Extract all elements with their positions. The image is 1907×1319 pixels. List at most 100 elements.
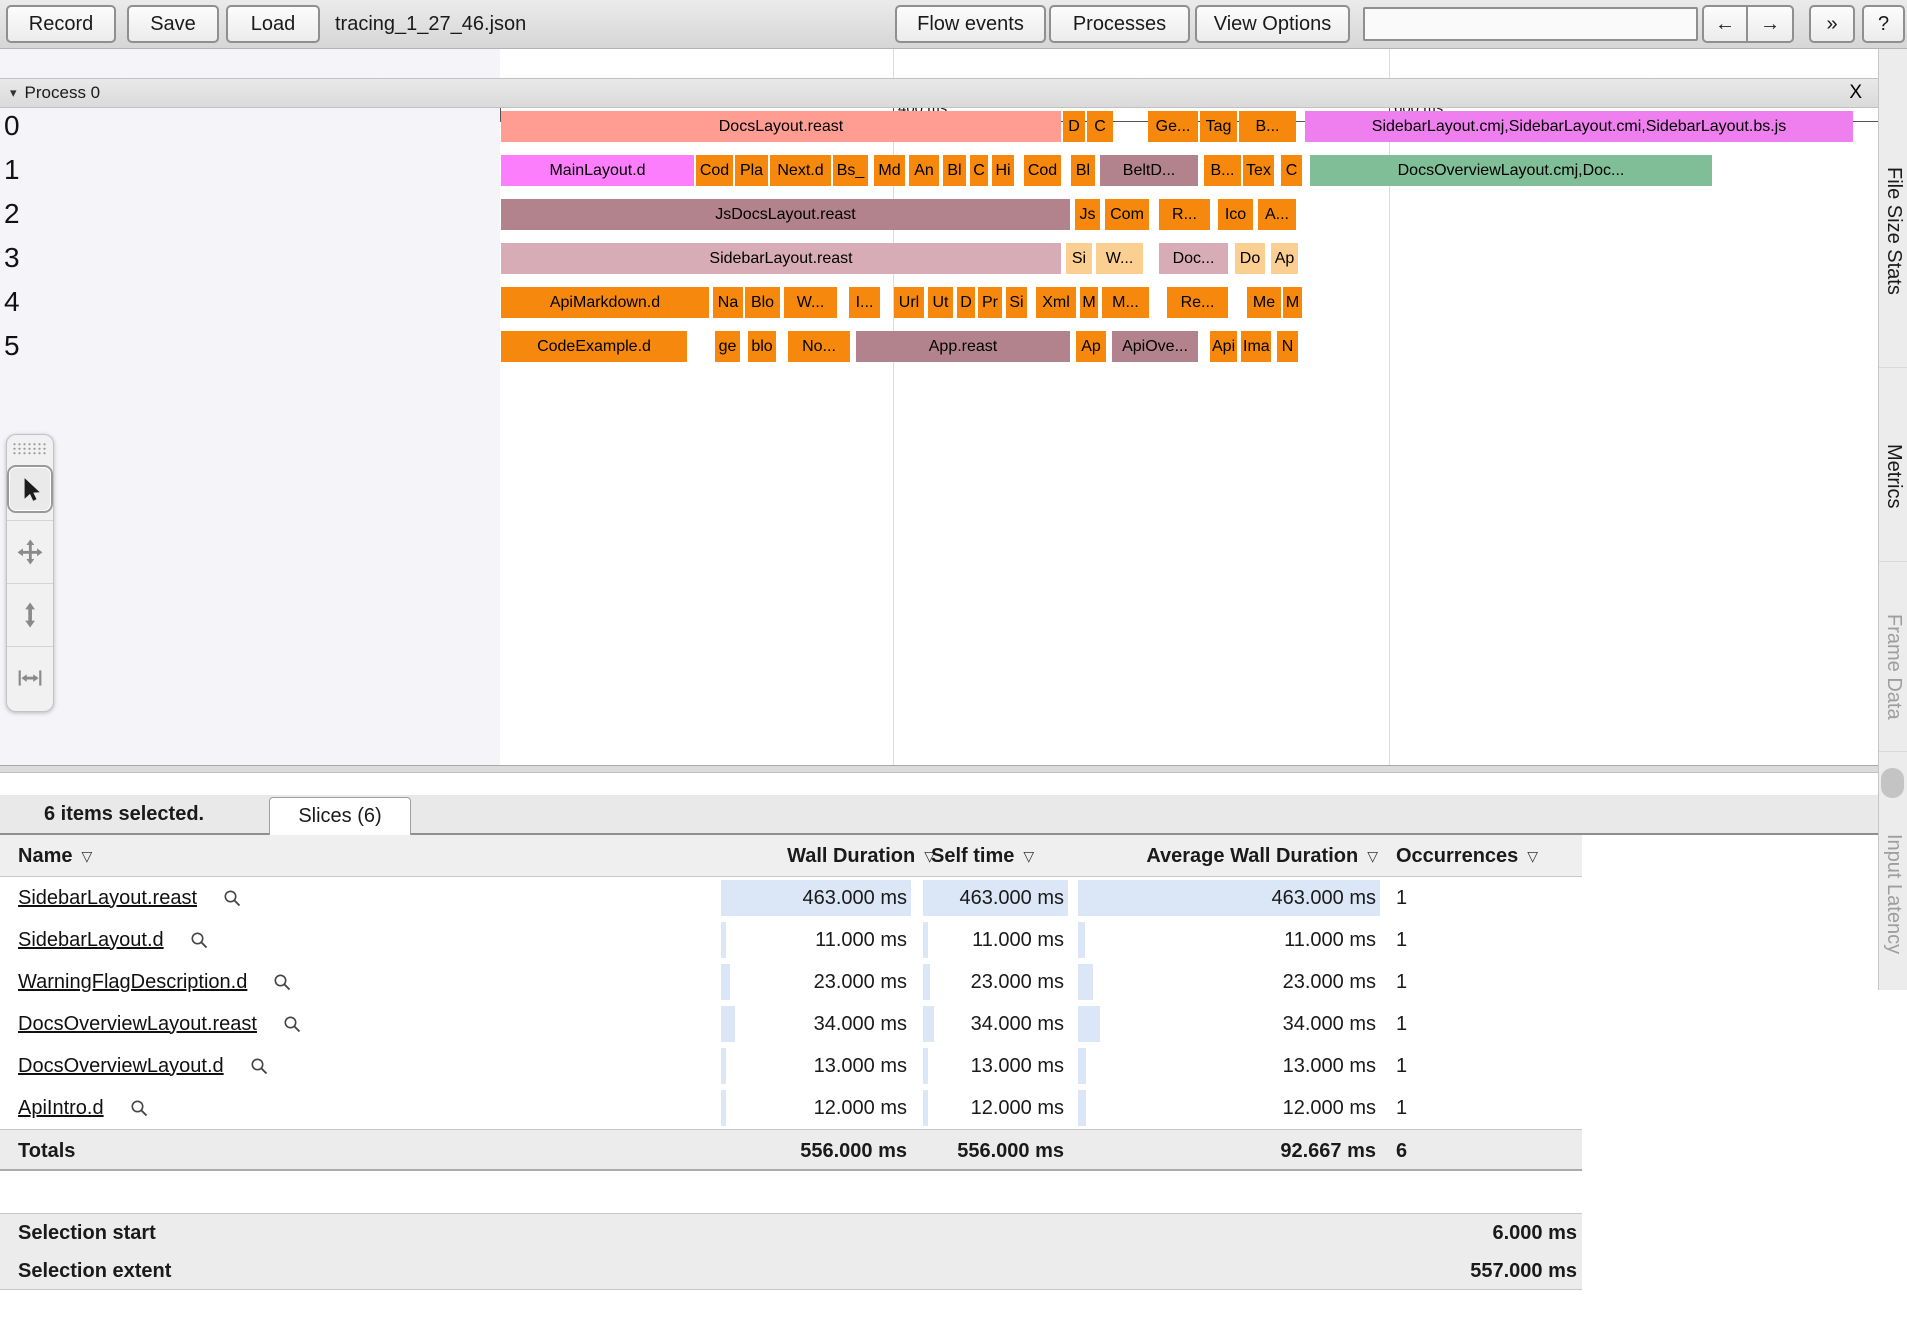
slice-name-link[interactable]: ApiIntro.d [18,1097,104,1120]
trace-slice[interactable]: blo [748,331,776,362]
trace-slice[interactable]: Tex [1243,155,1274,186]
column-header-occurrences[interactable]: Occurrences ▽ [1396,835,1538,877]
trace-slice[interactable]: Blo [745,287,780,318]
trace-slice[interactable]: ge [715,331,740,362]
trace-slice[interactable]: C [1281,155,1302,186]
magnifier-icon[interactable] [130,1099,149,1118]
trace-slice[interactable]: Bl [1071,155,1095,186]
trace-slice[interactable]: A... [1258,199,1296,230]
table-row[interactable]: DocsOverviewLayout.d13.000 ms13.000 ms13… [0,1045,1582,1087]
search-input[interactable] [1363,7,1698,41]
magnifier-icon[interactable] [190,931,209,950]
trace-slice[interactable]: ApiMarkdown.d [501,287,709,318]
slice-name-link[interactable]: SidebarLayout.reast [18,887,197,910]
trace-slice[interactable]: W... [784,287,837,318]
column-header-name[interactable]: Name ▽ [18,835,92,877]
trace-slice[interactable]: Api [1210,331,1237,362]
slice-name-link[interactable]: DocsOverviewLayout.d [18,1055,224,1078]
trace-slice[interactable]: Js [1075,199,1100,230]
trace-slice[interactable]: Cod [1024,155,1061,186]
trace-slice[interactable]: Bs_ [833,155,868,186]
trace-slice[interactable]: I... [849,287,880,318]
close-process-button[interactable]: X [1849,82,1862,104]
trace-slice[interactable]: Cod [696,155,733,186]
magnifier-icon[interactable] [250,1057,269,1076]
help-button[interactable]: ? [1862,5,1905,43]
trace-slice[interactable]: Xml [1036,287,1076,318]
trace-slice[interactable]: Do [1235,243,1265,274]
process-header[interactable]: ▾ Process 0 X [0,78,1878,108]
flow-events-button[interactable]: Flow events [895,5,1046,43]
trace-slice[interactable]: N [1277,331,1298,362]
trace-slice[interactable]: D [957,287,975,318]
slice-name-link[interactable]: SidebarLayout.d [18,929,164,952]
trace-slice[interactable]: DocsLayout.reast [501,111,1061,142]
table-row[interactable]: SidebarLayout.d11.000 ms11.000 ms11.000 … [0,919,1582,961]
magnifier-icon[interactable] [273,973,292,992]
trace-slice[interactable]: C [970,155,988,186]
column-header-average-wall-duration[interactable]: Average Wall Duration ▽ [1080,835,1378,877]
trace-slice[interactable]: Pr [978,287,1002,318]
table-row[interactable]: SidebarLayout.reast463.000 ms463.000 ms4… [0,877,1582,919]
trace-slice[interactable]: M [1283,287,1302,318]
trace-slice[interactable]: Pla [735,155,768,186]
trace-slice[interactable]: Si [1006,287,1027,318]
table-row[interactable]: DocsOverviewLayout.reast34.000 ms34.000 … [0,1003,1582,1045]
processes-button[interactable]: Processes [1049,5,1190,43]
trace-slice[interactable]: Si [1066,243,1092,274]
flame-chart[interactable]: 0DocsLayout.reastDCGe...TagB...SidebarLa… [0,108,1878,765]
trace-slice[interactable]: Hi [992,155,1014,186]
scrollbar-thumb[interactable] [1881,768,1904,798]
record-button[interactable]: Record [6,5,116,43]
slice-name-link[interactable]: DocsOverviewLayout.reast [18,1013,257,1036]
magnifier-icon[interactable] [223,889,242,908]
trace-slice[interactable]: R... [1159,199,1210,230]
trace-slice[interactable]: CodeExample.d [501,331,687,362]
pan-tool-button[interactable] [7,520,53,583]
trace-slice[interactable]: Md [874,155,905,186]
trace-slice[interactable]: Ge... [1148,111,1198,142]
expand-toolbar-button[interactable]: » [1809,5,1855,43]
trace-slice[interactable]: Bl [943,155,966,186]
column-header-wall-duration[interactable]: Wall Duration ▽ [600,835,935,877]
load-button[interactable]: Load [226,5,320,43]
table-row[interactable]: WarningFlagDescription.d23.000 ms23.000 … [0,961,1582,1003]
sidebar-item-metrics[interactable]: Metrics [1882,444,1905,508]
trace-slice[interactable]: Ico [1218,199,1253,230]
trace-slice[interactable]: No... [788,331,850,362]
trace-slice[interactable]: Doc... [1159,243,1228,274]
collapse-arrow-icon[interactable]: ▾ [10,85,17,101]
trace-slice[interactable]: DocsOverviewLayout.cmj,Doc... [1310,155,1712,186]
panel-splitter[interactable] [0,765,1878,773]
vertical-zoom-tool-button[interactable] [7,583,53,646]
view-options-button[interactable]: View Options [1195,5,1350,43]
trace-slice[interactable]: Next.d [770,155,831,186]
tab-slices[interactable]: Slices (6) [269,797,411,835]
trace-slice[interactable]: M [1080,287,1098,318]
column-header-self-time[interactable]: Self time ▽ [931,835,1034,877]
sidebar-item-file-size-stats[interactable]: File Size Stats [1882,167,1905,295]
trace-slice[interactable]: Url [894,287,924,318]
trace-slice[interactable]: Re... [1167,287,1228,318]
timing-tool-button[interactable] [7,646,53,709]
trace-slice[interactable]: Ap [1076,331,1106,362]
trace-slice[interactable]: Ap [1271,243,1298,274]
magnifier-icon[interactable] [283,1015,302,1034]
trace-slice[interactable]: An [909,155,939,186]
save-button[interactable]: Save [127,5,219,43]
trace-slice[interactable]: SidebarLayout.cmj,SidebarLayout.cmi,Side… [1305,111,1853,142]
trace-slice[interactable]: JsDocsLayout.reast [501,199,1070,230]
trace-slice[interactable]: B... [1204,155,1241,186]
trace-slice[interactable]: MainLayout.d [501,155,694,186]
slice-name-link[interactable]: WarningFlagDescription.d [18,971,247,994]
trace-slice[interactable]: B... [1239,111,1296,142]
trace-slice[interactable]: Tag [1200,111,1237,142]
trace-slice[interactable]: SidebarLayout.reast [501,243,1061,274]
trace-slice[interactable]: Ut [928,287,953,318]
trace-slice[interactable]: Me [1247,287,1281,318]
trace-slice[interactable]: Na [713,287,743,318]
trace-slice[interactable]: Com [1105,199,1149,230]
trace-slice[interactable]: D [1063,111,1085,142]
table-row[interactable]: ApiIntro.d12.000 ms12.000 ms12.000 ms1 [0,1087,1582,1129]
selection-tool-button[interactable] [7,458,53,520]
